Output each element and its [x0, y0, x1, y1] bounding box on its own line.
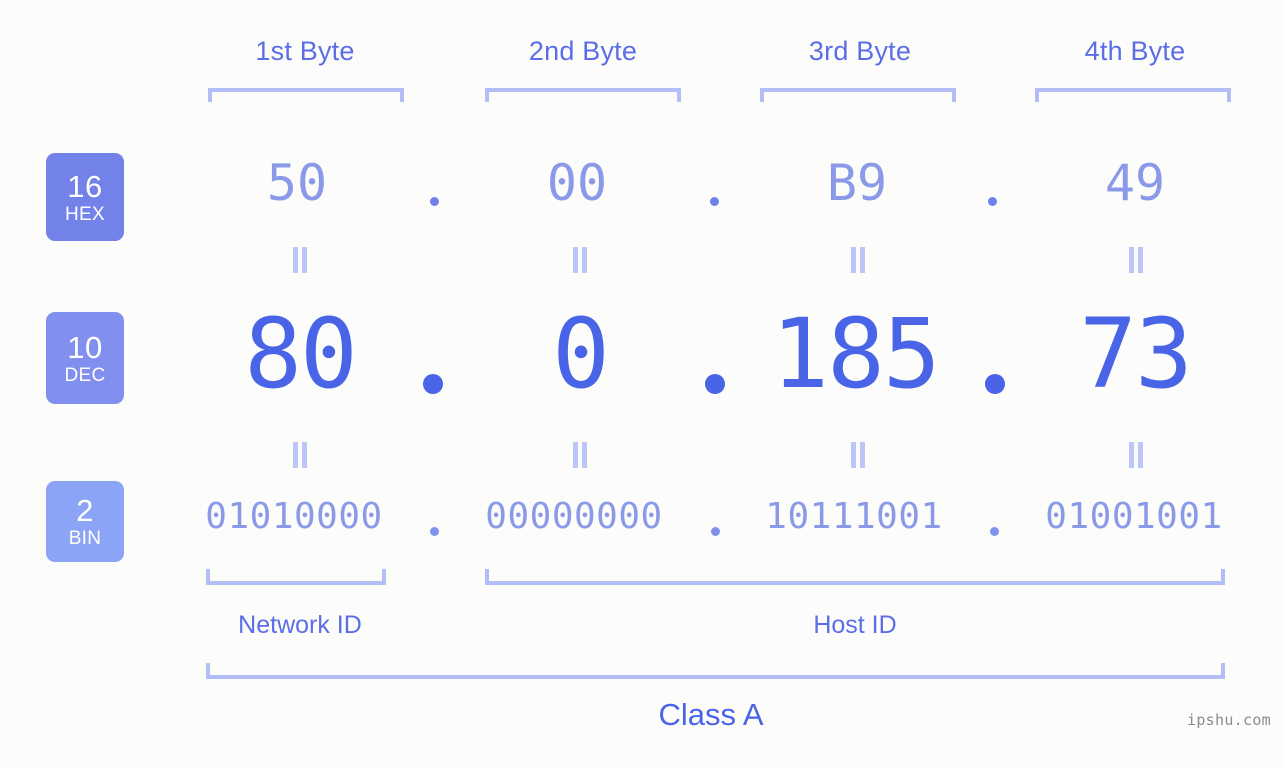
ip-address-breakdown-diagram: 1st Byte 2nd Byte 3rd Byte 4th Byte 16 H… [0, 0, 1285, 767]
watermark: ipshu.com [1187, 711, 1271, 729]
hex-byte-1: 50 [266, 154, 328, 212]
equals-marker-hex-dec-1 [291, 247, 309, 273]
equals-marker-dec-bin-3 [849, 442, 867, 468]
bin-separator-1 [430, 527, 439, 536]
dec-byte-3: 185 [771, 298, 940, 410]
bin-byte-3: 10111001 [765, 496, 943, 537]
equals-marker-hex-dec-3 [849, 247, 867, 273]
bin-byte-2: 00000000 [485, 496, 663, 537]
host-id-bracket [485, 569, 1225, 585]
class-label: Class A [658, 697, 764, 732]
hex-separator-1 [430, 197, 439, 206]
radix-badge-hex: 16 HEX [46, 153, 124, 241]
hex-byte-4: 49 [1104, 154, 1166, 212]
dec-separator-1 [423, 374, 443, 394]
equals-marker-dec-bin-2 [571, 442, 589, 468]
byte-header-4: 4th Byte [1084, 36, 1186, 66]
byte-bracket-1 [208, 88, 404, 102]
hex-separator-2 [710, 197, 719, 206]
byte-header-1: 1st Byte [255, 36, 355, 66]
byte-bracket-2 [485, 88, 681, 102]
equals-marker-hex-dec-4 [1127, 247, 1145, 273]
network-id-label: Network ID [238, 611, 362, 639]
hex-byte-2: 00 [546, 154, 608, 212]
radix-badge-bin-number: 2 [76, 493, 94, 528]
equals-marker-dec-bin-4 [1127, 442, 1145, 468]
dec-byte-1: 80 [244, 298, 358, 410]
radix-badge-dec: 10 DEC [46, 312, 124, 404]
dec-separator-2 [705, 374, 725, 394]
bin-separator-2 [711, 527, 720, 536]
equals-marker-dec-bin-1 [291, 442, 309, 468]
bin-byte-4: 01001001 [1045, 496, 1223, 537]
radix-badge-dec-number: 10 [67, 329, 103, 365]
radix-badge-bin-label: BIN [68, 528, 102, 549]
network-id-bracket [206, 569, 386, 585]
dec-byte-2: 0 [552, 298, 610, 410]
equals-marker-hex-dec-2 [571, 247, 589, 273]
hex-byte-3: B9 [826, 154, 888, 212]
radix-badge-hex-number: 16 [67, 168, 103, 204]
dec-separator-3 [985, 374, 1005, 394]
bin-byte-1: 01010000 [205, 496, 383, 537]
radix-badge-bin: 2 BIN [46, 481, 124, 562]
bin-separator-3 [990, 527, 999, 536]
byte-bracket-3 [760, 88, 956, 102]
dec-byte-4: 73 [1079, 298, 1193, 410]
host-id-label: Host ID [813, 611, 897, 639]
byte-header-3: 3rd Byte [808, 36, 912, 66]
class-bracket [206, 663, 1225, 679]
byte-header-2: 2nd Byte [528, 36, 638, 66]
hex-separator-3 [988, 197, 997, 206]
byte-bracket-4 [1035, 88, 1231, 102]
radix-badge-hex-label: HEX [65, 203, 105, 225]
radix-badge-dec-label: DEC [64, 364, 106, 386]
